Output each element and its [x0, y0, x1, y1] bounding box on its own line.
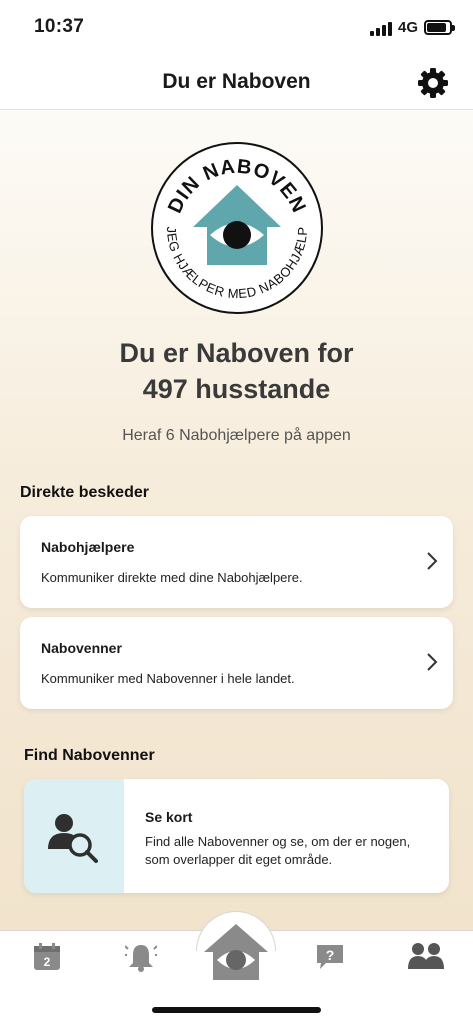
status-time: 10:37 [34, 16, 85, 37]
battery-icon [424, 20, 455, 35]
nav-bar: Du er Naboven [0, 56, 473, 110]
map-icon-box [24, 779, 124, 893]
network-label: 4G [398, 19, 419, 36]
status-bar: 10:37 4G [0, 0, 473, 56]
se-kort-title: Se kort [145, 809, 193, 825]
bell-alert-icon[interactable] [125, 941, 157, 973]
gear-icon[interactable] [416, 66, 450, 100]
home-indicator [152, 1007, 321, 1013]
se-kort-description: Find alle Nabovenner og se, om der er no… [145, 834, 411, 867]
hero-headline: Du er Naboven for 497 husstande [0, 335, 473, 407]
calendar-badge: 2 [44, 955, 51, 969]
nabovenner-card[interactable]: Nabovenner Kommuniker med Nabovenner i h… [20, 617, 453, 709]
se-kort-card[interactable]: Se kort Find alle Nabovenner og se, om d… [24, 779, 449, 893]
card-text: Kommuniker direkte med dine Nabohjælpere… [41, 570, 303, 585]
page-title: Du er Naboven [162, 70, 311, 93]
din-naboven-logo: DIN NABOVEN JEG HJÆLPER MED NABOHJÆLP [151, 142, 323, 314]
people-icon[interactable] [407, 941, 445, 973]
hero-subtitle: Heraf 6 Nabohjælpere på appen [122, 427, 351, 444]
card-title: Nabohjælpere [41, 539, 135, 555]
hero-line-1: Du er Naboven for [119, 338, 354, 368]
house-eye-icon[interactable] [204, 922, 268, 982]
question-icon[interactable]: ? [314, 941, 346, 973]
calendar-icon[interactable]: 2 [31, 941, 63, 973]
nabohjaelpere-card[interactable]: Nabohjælpere Kommuniker direkte med dine… [20, 516, 453, 608]
card-title: Nabovenner [41, 640, 122, 656]
main-content: DIN NABOVEN JEG HJÆLPER MED NABOHJÆLP Du… [0, 111, 473, 931]
find-nabovenner-title: Find Nabovenner [24, 747, 155, 764]
chevron-right-icon [427, 552, 438, 570]
question-badge: ? [326, 947, 335, 963]
person-search-icon [48, 814, 98, 863]
hero-line-2: 497 husstande [142, 374, 331, 404]
signal-icon [370, 20, 392, 36]
direct-messages-title: Direkte beskeder [20, 484, 149, 501]
card-text: Kommuniker med Nabovenner i hele landet. [41, 671, 295, 686]
chevron-right-icon [427, 653, 438, 671]
